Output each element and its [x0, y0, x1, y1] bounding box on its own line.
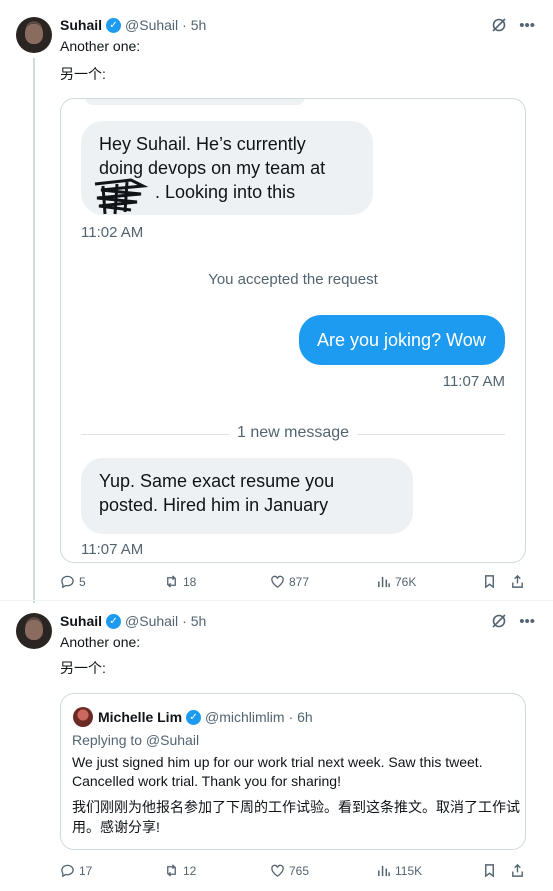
replying-to: Replying to @Suhail [72, 732, 200, 748]
reply-button[interactable]: 5 [60, 574, 164, 589]
tweet-1[interactable]: Suhail ✓ @Suhail · 5h ••• Another one: 另… [0, 0, 553, 603]
message-time: 11:07 AM [442, 373, 505, 390]
tweet-actions: 17 12 765 115K [60, 863, 530, 878]
retweet-icon [167, 575, 176, 588]
new-message-label: 1 new message [228, 424, 358, 441]
message-time: 11:02 AM [81, 224, 144, 241]
reply-count: 17 [79, 863, 93, 878]
message-bubble-top-edge [85, 99, 305, 105]
reply-count: 5 [79, 574, 86, 589]
incoming-message-1: Hey Suhail. He’s currently doing devops … [81, 121, 373, 215]
message-line: . Looking into this [94, 178, 355, 215]
avatar[interactable] [16, 17, 52, 53]
retweet-count: 18 [183, 574, 197, 589]
avatar[interactable] [16, 613, 52, 649]
more-icon[interactable]: ••• [519, 613, 535, 633]
like-icon [271, 864, 284, 877]
more-icon[interactable]: ••• [519, 17, 535, 37]
retweet-button[interactable]: 12 [164, 863, 270, 878]
reply-icon [61, 575, 74, 589]
tweet-top-icons: ••• [491, 613, 535, 633]
like-button[interactable]: 765 [270, 863, 376, 878]
quoted-author-name: Michelle Lim [98, 709, 183, 725]
share-button[interactable] [510, 863, 525, 878]
reply-button[interactable]: 17 [60, 863, 164, 878]
new-message-divider: 1 new message [61, 424, 525, 442]
text-line: Cancelled work trial. Thank you for shar… [72, 773, 341, 789]
views-button[interactable]: 115K [376, 863, 482, 878]
system-notice: You accepted the request [208, 271, 378, 288]
like-icon [271, 575, 284, 588]
share-icon [512, 863, 523, 877]
views-button[interactable]: 76K [376, 574, 482, 589]
retweet-button[interactable]: 18 [164, 574, 270, 589]
views-icon [378, 576, 390, 588]
quoted-tweet[interactable]: Michelle Lim ✓ @michlimlim · 6h Replying… [60, 693, 526, 850]
timestamp[interactable]: · 5h [182, 17, 206, 33]
text-line: 我们刚刚为他报名参加了下周的工作试验。看到这条推文。取消了工作试 [72, 799, 520, 815]
quoted-text-en: We just signed him up for our work trial… [72, 753, 483, 791]
incoming-message-2: Yup. Same exact resume you posted. Hired… [81, 458, 413, 534]
author-handle[interactable]: @Suhail [125, 613, 178, 629]
dm-screenshot-image[interactable]: Hey Suhail. He’s currently doing devops … [60, 98, 526, 563]
bookmark-button[interactable] [482, 863, 510, 878]
grok-icon[interactable] [491, 613, 507, 633]
author-name[interactable]: Suhail [60, 613, 102, 629]
grok-icon[interactable] [491, 17, 507, 37]
author-name[interactable]: Suhail [60, 17, 102, 33]
like-count: 765 [289, 863, 310, 878]
views-icon [378, 865, 390, 877]
tweet-2[interactable]: Suhail ✓ @Suhail · 5h ••• Another one: 另… [0, 601, 553, 891]
views-count: 76K [395, 574, 417, 589]
verified-badge-icon: ✓ [106, 17, 122, 33]
bookmark-button[interactable] [482, 574, 510, 589]
tweet-top-icons: ••• [491, 17, 535, 37]
message-line: Yup. Same exact resume you [99, 471, 335, 491]
scribble-redaction [94, 178, 149, 215]
message-line: posted. Hired him in January [99, 495, 329, 515]
like-count: 877 [289, 574, 310, 589]
tweet-text-zh: 另一个: [60, 660, 106, 676]
message-line: Hey Suhail. He’s currently [99, 134, 306, 154]
author-handle[interactable]: @Suhail [125, 17, 178, 33]
tweet-text-zh: 另一个: [60, 66, 106, 82]
message-time: 11:07 AM [81, 541, 144, 558]
quoted-author-handle: @michlimlim [205, 709, 285, 725]
outgoing-message: Are you joking? Wow [299, 315, 505, 365]
tweet-text-en: Another one: [60, 634, 141, 650]
tweet-text-en: Another one: [60, 38, 141, 54]
quoted-header: Michelle Lim ✓ @michlimlim · 6h [98, 709, 313, 725]
like-button[interactable]: 877 [270, 574, 376, 589]
tweet-header: Suhail ✓ @Suhail · 5h [60, 613, 206, 629]
quoted-timestamp: · 6h [288, 709, 313, 725]
bookmark-icon [485, 864, 494, 878]
retweet-icon [167, 864, 176, 877]
thread-line [33, 58, 35, 603]
quoted-avatar [73, 707, 93, 727]
share-icon [512, 574, 523, 588]
views-count: 115K [395, 863, 423, 878]
verified-badge-icon: ✓ [186, 709, 202, 725]
text-line: We just signed him up for our work trial… [72, 754, 483, 770]
bookmark-icon [485, 575, 494, 589]
timestamp[interactable]: · 5h [182, 613, 206, 629]
message-text: . Looking into this [155, 182, 296, 202]
text-line: 用。感谢分享! [72, 819, 160, 835]
tweet-header: Suhail ✓ @Suhail · 5h [60, 17, 206, 33]
tweet-actions: 5 18 877 76K [60, 574, 530, 589]
verified-badge-icon: ✓ [106, 613, 122, 629]
retweet-count: 12 [183, 863, 197, 878]
share-button[interactable] [510, 574, 525, 589]
reply-icon [61, 864, 74, 878]
quoted-text-zh: 我们刚刚为他报名参加了下周的工作试验。看到这条推文。取消了工作试 用。感谢分享! [72, 797, 520, 837]
